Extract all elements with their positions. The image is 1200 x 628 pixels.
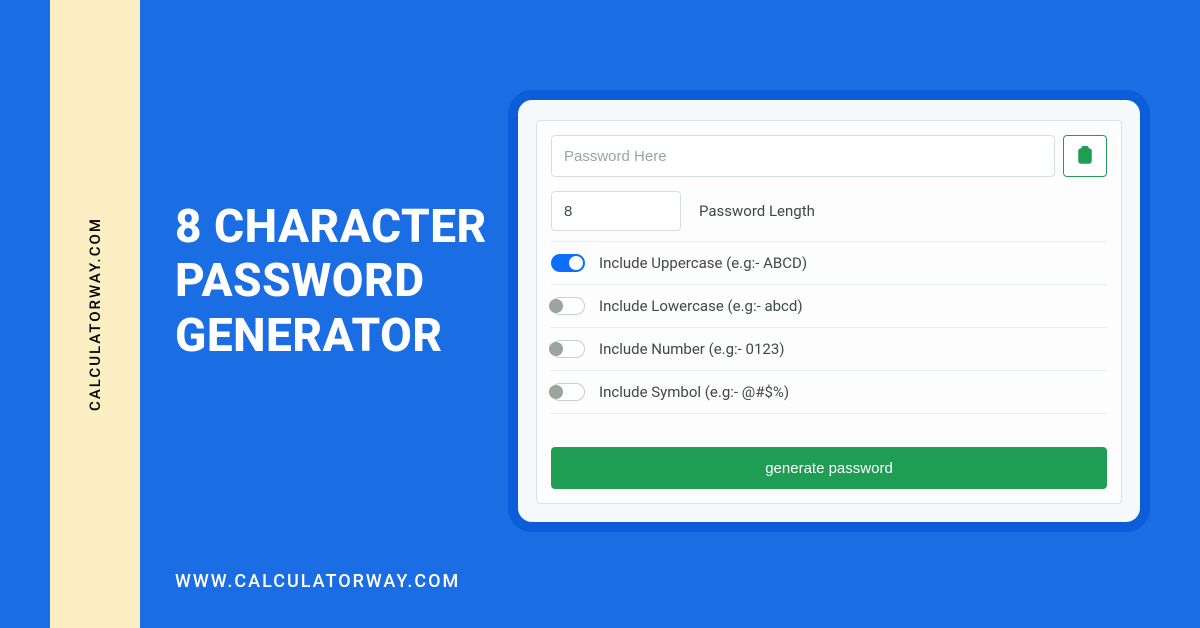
option-label: Include Uppercase (e.g:- ABCD)	[599, 254, 807, 272]
option-label: Include Number (e.g:- 0123)	[599, 340, 784, 358]
page-title-line: 8 CHARACTER	[175, 200, 487, 254]
password-row	[551, 135, 1107, 177]
copy-button[interactable]	[1063, 135, 1107, 177]
length-label: Password Length	[699, 202, 815, 220]
clipboard-icon	[1077, 146, 1093, 167]
option-symbol: Include Symbol (e.g:- @#$%)	[551, 371, 1107, 414]
toggle-symbol[interactable]	[551, 383, 585, 401]
toggle-uppercase[interactable]	[551, 254, 585, 272]
generator-card: Password Length Include Uppercase (e.g:-…	[508, 90, 1150, 532]
option-label: Include Symbol (e.g:- @#$%)	[599, 383, 789, 401]
generate-button[interactable]: generate password	[551, 447, 1107, 489]
page-title-line: PASSWORD	[175, 254, 487, 308]
option-uppercase: Include Uppercase (e.g:- ABCD)	[551, 241, 1107, 285]
toggle-number[interactable]	[551, 340, 585, 358]
footer-url: WWW.CALCULATORWAY.COM	[175, 571, 460, 592]
generator-form: Password Length Include Uppercase (e.g:-…	[536, 120, 1122, 504]
option-label: Include Lowercase (e.g:- abcd)	[599, 297, 803, 315]
option-number: Include Number (e.g:- 0123)	[551, 328, 1107, 371]
page-title-line: GENERATOR	[175, 309, 487, 363]
brand-domain-text: CALCULATORWAY.COM	[86, 217, 104, 411]
toggle-lowercase[interactable]	[551, 297, 585, 315]
length-row: Password Length	[551, 191, 1107, 231]
brand-stripe: CALCULATORWAY.COM	[50, 0, 140, 628]
page-title: 8 CHARACTER PASSWORD GENERATOR	[175, 200, 487, 363]
length-input[interactable]	[551, 191, 681, 231]
password-output-input[interactable]	[551, 135, 1055, 177]
option-lowercase: Include Lowercase (e.g:- abcd)	[551, 285, 1107, 328]
